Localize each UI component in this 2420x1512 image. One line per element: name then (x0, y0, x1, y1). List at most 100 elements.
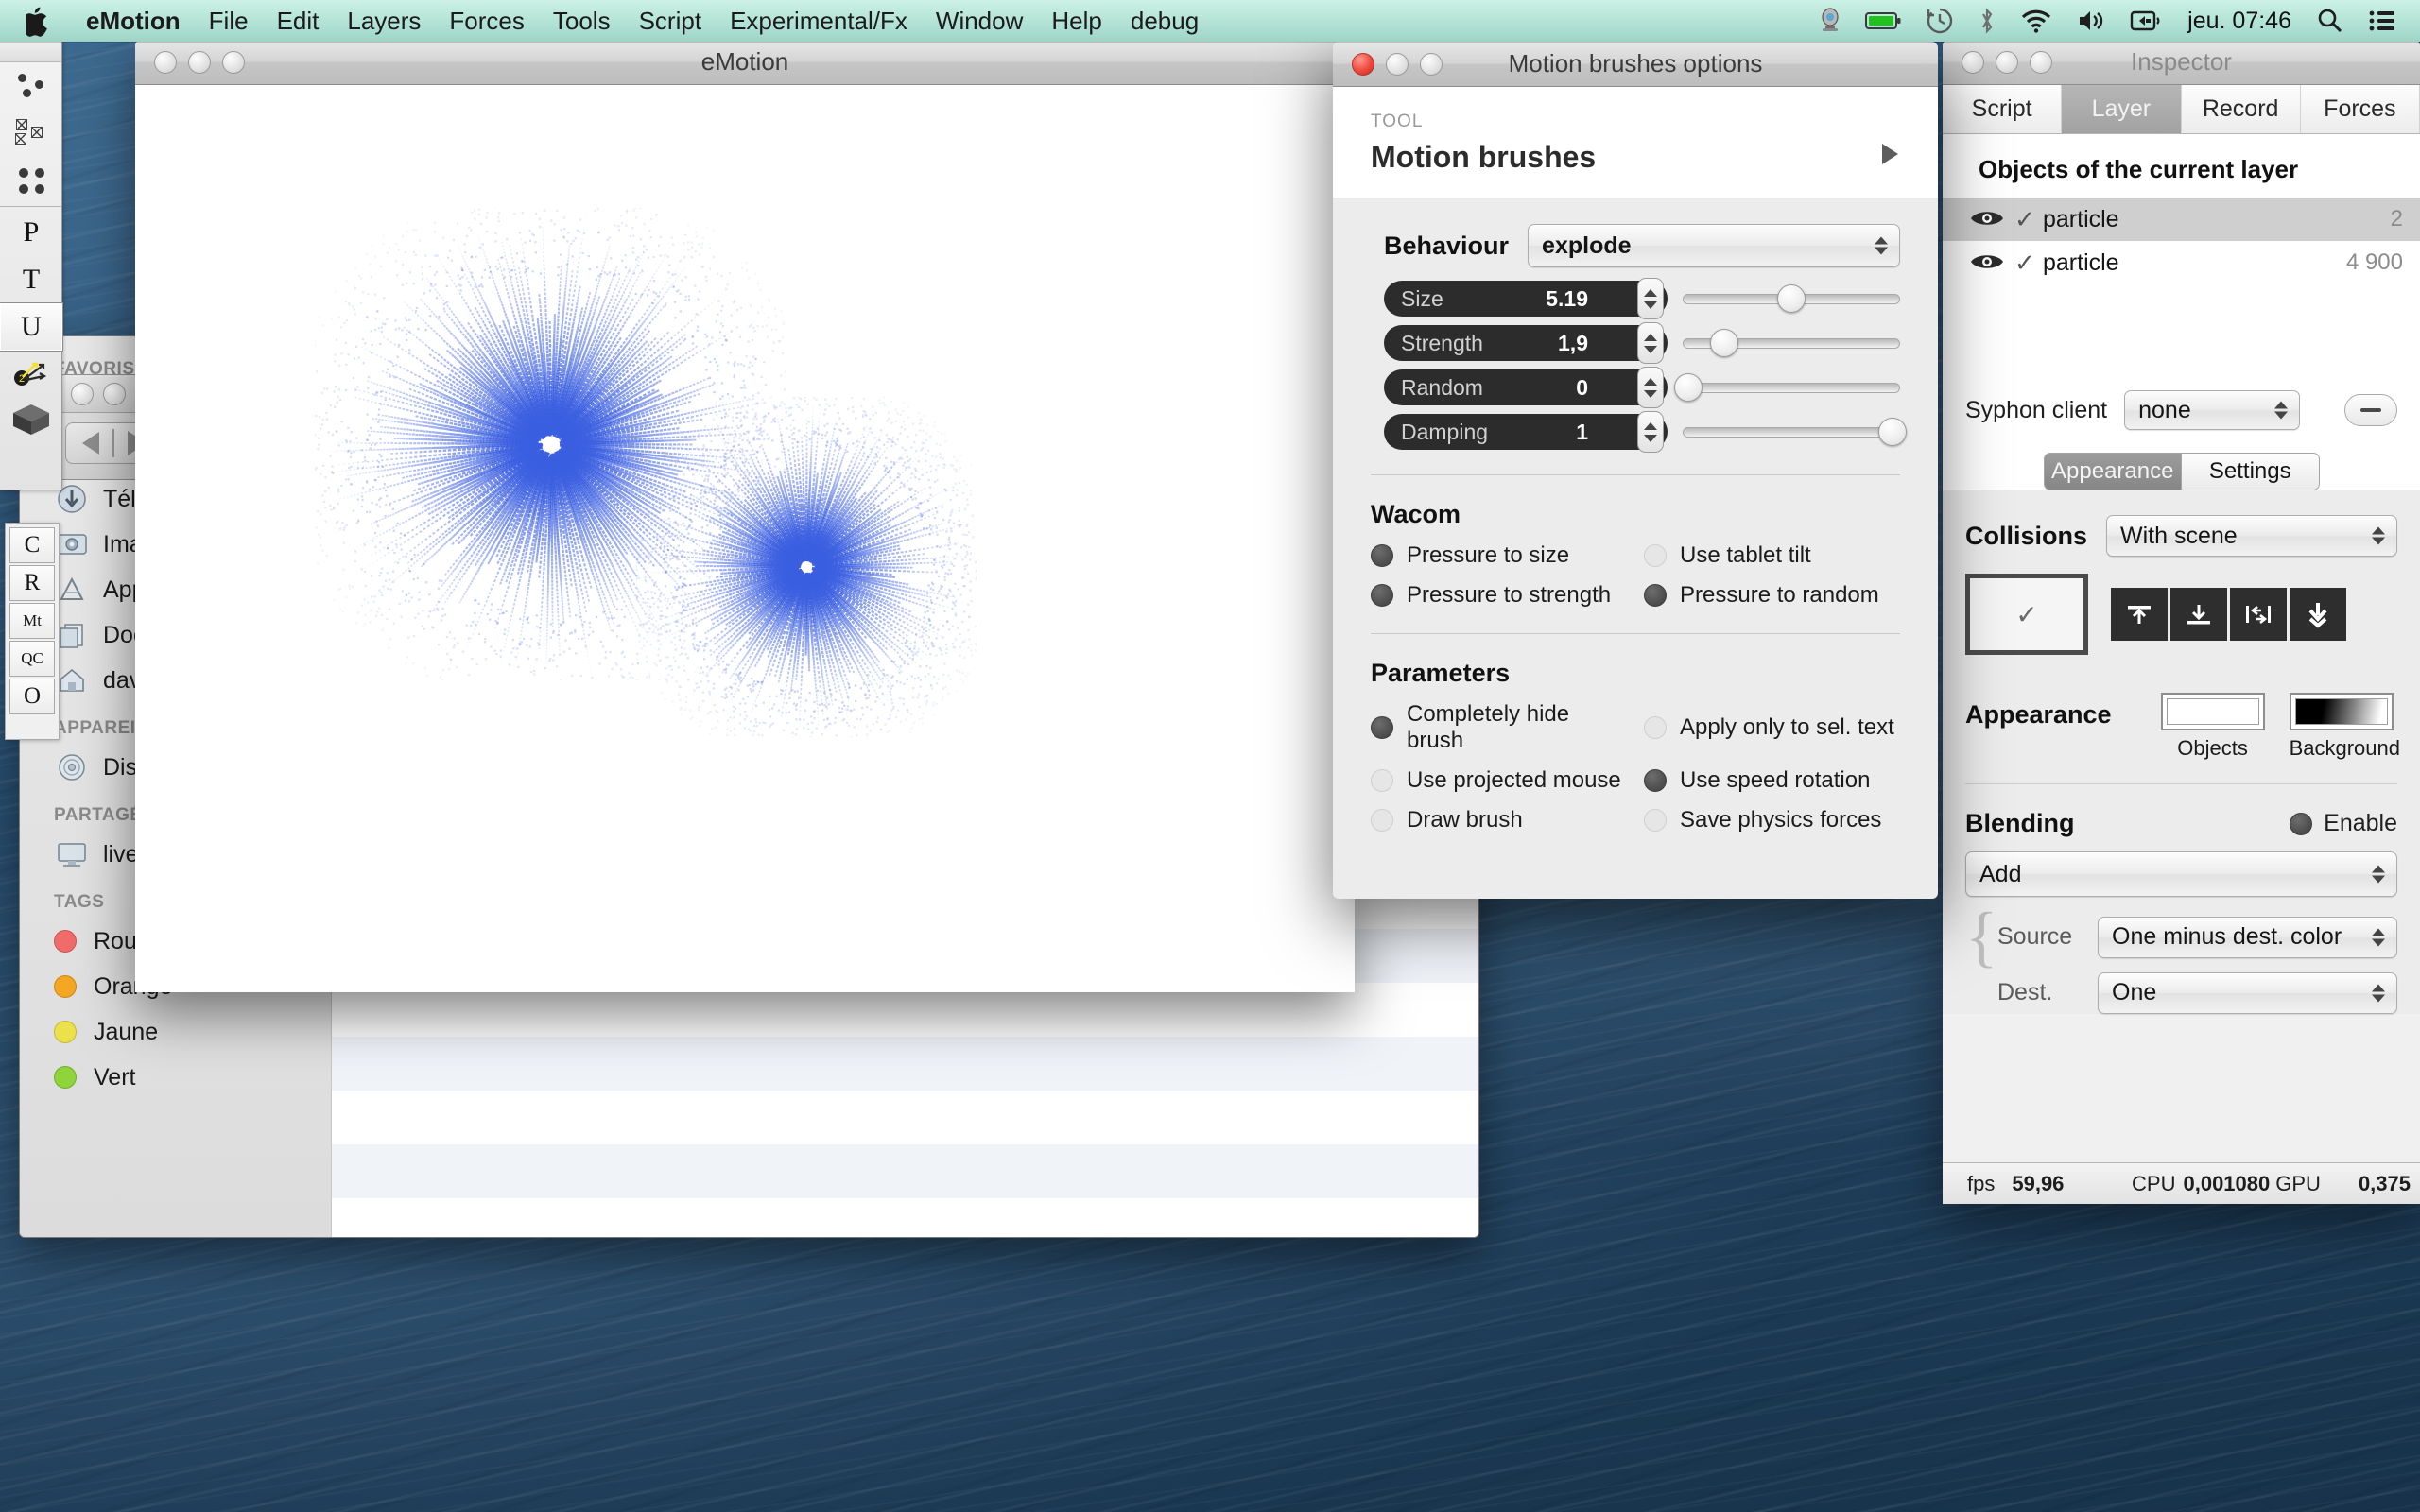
option-pressure-to-strength[interactable]: Pressure to strength (1371, 582, 1627, 609)
remove-button[interactable] (2344, 394, 2397, 426)
segment-appearance[interactable]: Appearance (2043, 453, 2182, 490)
radio-icon[interactable] (1371, 544, 1393, 567)
zoom-button[interactable] (2030, 50, 2052, 74)
menu-tools[interactable]: Tools (539, 0, 625, 42)
random-numberfield[interactable]: Random 0 (1384, 367, 1668, 408)
close-button[interactable] (154, 50, 177, 74)
menu-debug[interactable]: debug (1116, 0, 1213, 42)
particle-canvas[interactable] (135, 85, 1355, 992)
previous-icon[interactable] (82, 432, 99, 455)
radio-icon[interactable] (1644, 584, 1667, 607)
zoom-button[interactable] (222, 50, 245, 74)
menu-forces[interactable]: Forces (435, 0, 538, 42)
window-controls[interactable] (1962, 50, 2052, 74)
r-tool[interactable]: R (9, 565, 55, 601)
collision-bounds-box[interactable]: ✓ (1965, 574, 2088, 655)
check-icon[interactable]: ✓ (2014, 205, 2043, 234)
collision-icon-buttons[interactable] (2111, 588, 2349, 641)
check-icon[interactable]: ✓ (2014, 249, 2043, 278)
cube-tool[interactable] (0, 398, 62, 445)
damping-stepper[interactable] (1637, 411, 1664, 453)
wifi-icon[interactable] (2008, 0, 2065, 42)
menu-layers[interactable]: Layers (333, 0, 435, 42)
inspector-window[interactable]: Inspector Script Layer Record Forces Obj… (1943, 40, 2420, 1204)
menu-file[interactable]: File (195, 0, 263, 42)
triangle-right-icon[interactable] (1882, 144, 1898, 164)
appearance-settings-segment[interactable]: Appearance Settings (2043, 453, 2320, 490)
airplay-icon[interactable] (2118, 0, 2174, 42)
damping-numberfield[interactable]: Damping 1 (1384, 411, 1668, 453)
tab-script[interactable]: Script (1943, 85, 2063, 133)
radio-icon[interactable] (1644, 769, 1667, 792)
emotion-titlebar[interactable]: eMotion (135, 40, 1355, 85)
option-use-tablet-tilt[interactable]: Use tablet tilt (1644, 542, 1900, 569)
align-horizontal-icon[interactable] (2230, 588, 2287, 641)
boxes-tool[interactable] (0, 110, 62, 157)
menubar-clock[interactable]: jeu. 07:46 (2174, 8, 2305, 35)
radio-icon[interactable] (1644, 544, 1667, 567)
strength-slider[interactable] (1683, 329, 1900, 357)
o-tool[interactable]: O (9, 679, 55, 714)
menu-script[interactable]: Script (625, 0, 716, 42)
option-apply-only-to-sel-text[interactable]: Apply only to sel. text (1644, 701, 1900, 754)
menu-help[interactable]: Help (1037, 0, 1115, 42)
damping-slider[interactable] (1683, 418, 1908, 446)
sidebar-item-tag-jaune[interactable]: Jaune (20, 1009, 331, 1055)
tab-layer[interactable]: Layer (2062, 85, 2182, 133)
table-row[interactable]: ✓ particle 4 900 (1943, 241, 2420, 284)
size-numberfield[interactable]: Size 5.19 (1384, 278, 1668, 319)
option-save-physics-forces[interactable]: Save physics forces (1644, 807, 1900, 833)
objects-color-swatch[interactable] (2160, 693, 2265, 730)
window-controls[interactable] (1352, 52, 1443, 76)
motion-brushes-options-window[interactable]: Motion brushes options TOOL Motion brush… (1333, 42, 1938, 899)
window-controls[interactable] (154, 50, 245, 74)
window-button[interactable] (103, 382, 126, 405)
collisions-select[interactable]: With scene (2106, 515, 2397, 557)
volume-icon[interactable] (2065, 0, 2118, 42)
bluetooth-icon[interactable] (1966, 0, 2008, 42)
close-button[interactable] (1352, 52, 1374, 76)
inspector-titlebar[interactable]: Inspector (1943, 40, 2420, 85)
mt-tool[interactable]: Mt (9, 603, 55, 639)
emotion-canvas-window[interactable]: eMotion (135, 40, 1355, 992)
time-machine-icon[interactable] (1913, 0, 1966, 42)
inspector-tabs[interactable]: Script Layer Record Forces (1943, 85, 2420, 134)
strength-numberfield[interactable]: Strength 1,9 (1384, 322, 1668, 364)
brushes-titlebar[interactable]: Motion brushes options (1333, 42, 1938, 87)
close-button[interactable] (1962, 50, 1984, 74)
menu-edit[interactable]: Edit (263, 0, 334, 42)
blending-dest-select[interactable]: One (2098, 971, 2397, 1014)
radio-icon[interactable] (1371, 584, 1393, 607)
secondary-tool-palette[interactable]: C R Mt QC O (5, 523, 60, 740)
c-tool[interactable]: C (9, 527, 55, 563)
motion-brush-tool[interactable]: 2 (0, 351, 62, 398)
menu-experimental-fx[interactable]: Experimental/Fx (716, 0, 922, 42)
menu-bar[interactable]: eMotion File Edit Layers Forces Tools Sc… (0, 0, 2420, 42)
random-stepper[interactable] (1637, 367, 1664, 408)
eye-icon[interactable] (1969, 251, 2005, 274)
window-button[interactable] (71, 382, 94, 405)
radio-icon[interactable] (1644, 809, 1667, 832)
radio-icon[interactable] (1371, 769, 1393, 792)
notification-center-icon[interactable] (2356, 0, 2409, 42)
tab-forces[interactable]: Forces (2301, 85, 2420, 133)
option-completely-hide-brush[interactable]: Completely hide brush (1371, 701, 1627, 754)
align-bottom-icon[interactable] (2170, 588, 2227, 641)
size-slider[interactable] (1683, 284, 1900, 313)
radio-icon[interactable] (1371, 716, 1393, 739)
menu-window[interactable]: Window (922, 0, 1037, 42)
tool-palette[interactable]: P T U 2 (0, 42, 63, 490)
tab-record[interactable]: Record (2182, 85, 2301, 133)
zoom-button[interactable] (1420, 52, 1443, 76)
blending-source-select[interactable]: One minus dest. color (2098, 916, 2397, 958)
drop-down-icon[interactable] (2290, 588, 2346, 641)
blending-mode-select[interactable]: Add (1965, 851, 2397, 897)
radio-icon[interactable] (2290, 812, 2313, 835)
radio-icon[interactable] (1371, 809, 1393, 832)
radio-icon[interactable] (1644, 716, 1667, 739)
search-icon[interactable] (2305, 0, 2356, 42)
menu-emotion[interactable]: eMotion (72, 0, 195, 42)
behaviour-select[interactable]: explode (1528, 224, 1900, 267)
option-use-speed-rotation[interactable]: Use speed rotation (1644, 767, 1900, 794)
background-color-swatch[interactable] (2289, 693, 2394, 730)
